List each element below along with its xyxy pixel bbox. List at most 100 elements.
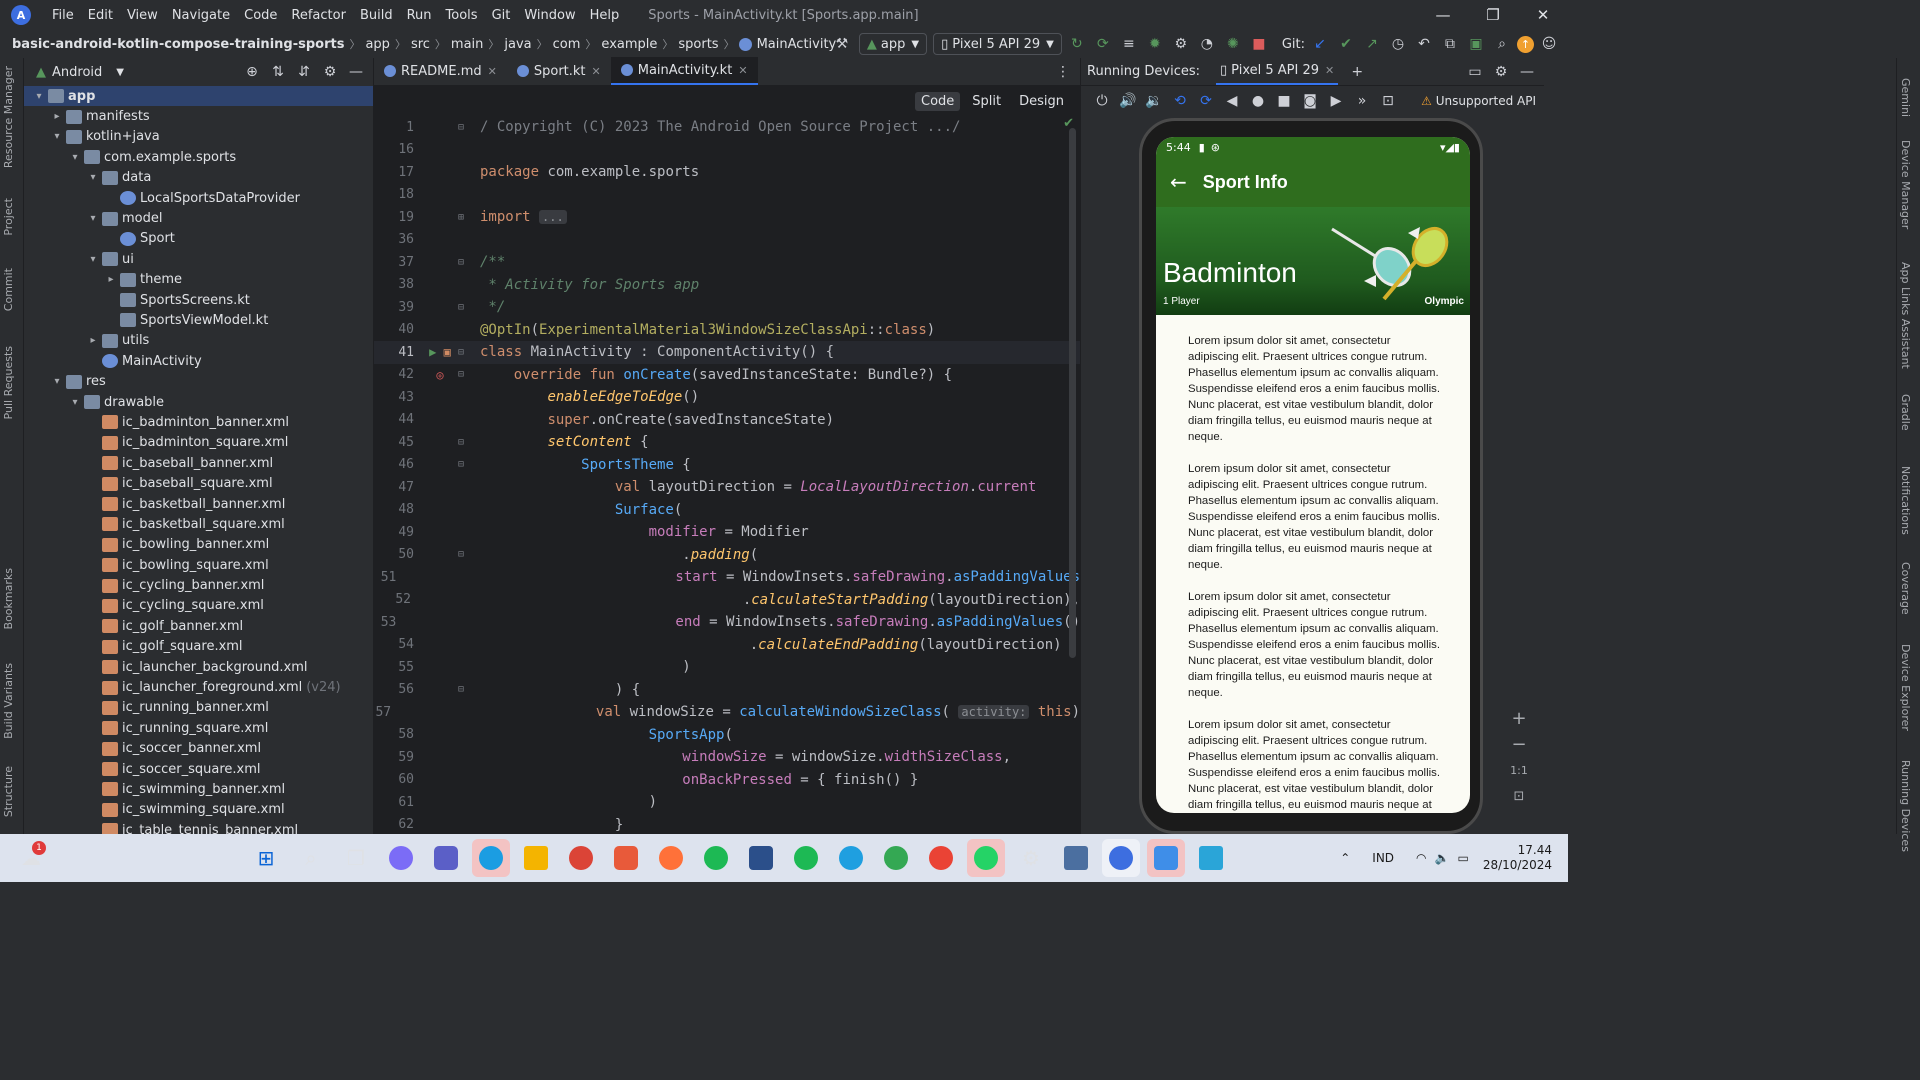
edge-icon[interactable] [472, 839, 510, 877]
menu-item-git[interactable]: Git [485, 8, 518, 23]
settings-icon[interactable]: ⚙ [1012, 839, 1050, 877]
notepad-icon[interactable] [1192, 839, 1230, 877]
menu-item-window[interactable]: Window [517, 8, 582, 23]
menu-item-tools[interactable]: Tools [439, 8, 485, 23]
zoom-out-icon[interactable]: − [1507, 732, 1531, 758]
clock[interactable]: 17.44 28/10/2024 [1483, 843, 1552, 873]
expand-all-icon[interactable]: ⇅ [267, 61, 289, 83]
tool-window-running-devices[interactable]: Running Devices [1899, 760, 1912, 852]
tool-window-structure[interactable]: Structure [2, 766, 15, 817]
tree-item[interactable]: ic_cycling_square.xml [24, 596, 373, 616]
screenshot-icon[interactable]: ◙ [1299, 90, 1321, 112]
editor-scrollbar[interactable] [1069, 128, 1076, 658]
editor-tab[interactable]: README.md ✕ [374, 57, 507, 85]
chevron-down-icon[interactable]: ▾ [50, 131, 64, 142]
tree-item[interactable]: ic_golf_square.xml [24, 637, 373, 657]
close-icon[interactable]: ✕ [488, 65, 497, 78]
chevron-up-icon[interactable]: ⌃ [1340, 851, 1350, 865]
remote-desktop-icon[interactable] [1057, 839, 1095, 877]
breadcrumb-item[interactable]: java [499, 37, 536, 52]
wifi-icon[interactable]: ◠ [1416, 851, 1426, 865]
collapse-all-icon[interactable]: ⇵ [293, 61, 315, 83]
tree-item[interactable]: ic_basketball_banner.xml [24, 494, 373, 514]
chevron-down-icon[interactable]: ▾ [86, 213, 100, 224]
power-icon[interactable]: ⏻ [1091, 90, 1113, 112]
android-studio-logo-icon[interactable]: A [11, 5, 31, 25]
tree-item[interactable]: ic_badminton_square.xml [24, 433, 373, 453]
history-icon[interactable]: ◷ [1387, 33, 1409, 55]
search-icon[interactable]: ⌕ [1491, 33, 1513, 55]
menu-item-help[interactable]: Help [583, 8, 627, 23]
tool-window-device-explorer[interactable]: Device Explorer [1899, 644, 1912, 731]
chevron-down-icon[interactable]: ▾ [86, 254, 100, 265]
chrome-profile-2-icon[interactable] [922, 839, 960, 877]
tool-window-project[interactable]: Project [2, 198, 15, 236]
close-icon[interactable]: ✕ [592, 65, 601, 78]
tool-window-gemini[interactable]: Gemini [1899, 78, 1912, 117]
breadcrumb-item[interactable]: src [406, 37, 435, 52]
tree-item[interactable]: ▾ data [24, 168, 373, 188]
apply-code-changes-icon[interactable]: ⟳ [1092, 33, 1114, 55]
spotify-icon[interactable] [697, 839, 735, 877]
tree-item[interactable]: SportsViewModel.kt [24, 310, 373, 330]
chevron-down-icon[interactable]: ▾ [68, 152, 82, 163]
account-icon[interactable]: ☺ [1538, 33, 1560, 55]
attach-debugger-icon[interactable]: ⚙ [1170, 33, 1192, 55]
git-commit-icon[interactable]: ✔ [1335, 33, 1357, 55]
breadcrumb-item[interactable]: main [446, 37, 488, 52]
weather-icon[interactable]: ☁ 1 [12, 839, 50, 877]
device-tab[interactable]: ▯ Pixel 5 API 29 ✕ [1216, 58, 1339, 85]
close-icon[interactable]: ✕ [1518, 1, 1568, 29]
tool-window-app-links-assistant[interactable]: App Links Assistant [1899, 262, 1912, 369]
menu-item-refactor[interactable]: Refactor [284, 8, 353, 23]
tree-item[interactable]: ic_bowling_square.xml [24, 555, 373, 575]
chevron-right-icon[interactable]: ▸ [50, 111, 64, 122]
chrome-profile-icon[interactable] [877, 839, 915, 877]
apply-changes-icon[interactable]: ↻ [1066, 33, 1088, 55]
tree-item[interactable]: ic_swimming_square.xml [24, 800, 373, 820]
locate-icon[interactable]: ⊕ [241, 61, 263, 83]
layout-inspector-icon[interactable]: ⊡ [1377, 90, 1399, 112]
start-icon[interactable]: ⊞ [247, 839, 285, 877]
menu-item-file[interactable]: File [45, 8, 81, 23]
home-icon[interactable]: ● [1247, 90, 1269, 112]
volume-down-icon[interactable]: 🔉 [1143, 90, 1165, 112]
git-push-icon[interactable]: ↗ [1361, 33, 1383, 55]
add-icon[interactable]: + [1346, 61, 1368, 83]
chevron-down-icon[interactable]: ▾ [86, 172, 100, 183]
tree-item[interactable]: Sport [24, 229, 373, 249]
gear-icon[interactable]: ⚙ [319, 61, 341, 83]
menu-item-run[interactable]: Run [400, 8, 439, 23]
rotate-left-icon[interactable]: ⟲ [1169, 90, 1191, 112]
tree-item[interactable]: ▾ kotlin+java [24, 127, 373, 147]
virtualbox-icon[interactable] [742, 839, 780, 877]
sdk-manager-icon[interactable]: ▣ [1465, 33, 1487, 55]
run-tasks-icon[interactable]: ≡ [1118, 33, 1140, 55]
menu-item-navigate[interactable]: Navigate [165, 8, 237, 23]
tree-item[interactable]: ▾ ui [24, 249, 373, 269]
tool-window-commit[interactable]: Commit [2, 268, 15, 311]
chrome-icon[interactable] [562, 839, 600, 877]
tree-item[interactable]: ic_cycling_banner.xml [24, 575, 373, 595]
search-icon[interactable]: ⌕ [292, 839, 330, 877]
spotify-alt-icon[interactable] [787, 839, 825, 877]
menu-item-view[interactable]: View [120, 8, 165, 23]
update-icon[interactable]: ↑ [1517, 35, 1534, 53]
tree-item[interactable]: ▾ res [24, 371, 373, 391]
chevron-down-icon[interactable]: ▾ [32, 91, 46, 102]
volume-icon[interactable]: 🔈 [1435, 851, 1450, 865]
file-explorer-icon[interactable] [517, 839, 555, 877]
breadcrumb-item[interactable]: basic-android-kotlin-compose-training-sp… [0, 37, 349, 52]
code-area[interactable]: 1 ⊟ / Copyright (C) 2023 The Android Open … [374, 116, 1080, 834]
back-icon[interactable]: ◀ [1221, 90, 1243, 112]
tree-item[interactable]: ic_badminton_banner.xml [24, 412, 373, 432]
firefox-icon[interactable] [652, 839, 690, 877]
tree-item[interactable]: ic_golf_banner.xml [24, 616, 373, 636]
hammer-icon[interactable]: ⚒ [831, 33, 853, 55]
tree-item[interactable]: ic_baseball_banner.xml [24, 453, 373, 473]
breadcrumb-item[interactable]: app [360, 37, 394, 52]
inspection-ok-icon[interactable]: ✔ [1063, 116, 1074, 131]
zoom-actual-size[interactable]: 1:1 [1507, 758, 1531, 784]
menu-item-edit[interactable]: Edit [81, 8, 120, 23]
chevron-down-icon[interactable]: ▼ [116, 67, 124, 78]
